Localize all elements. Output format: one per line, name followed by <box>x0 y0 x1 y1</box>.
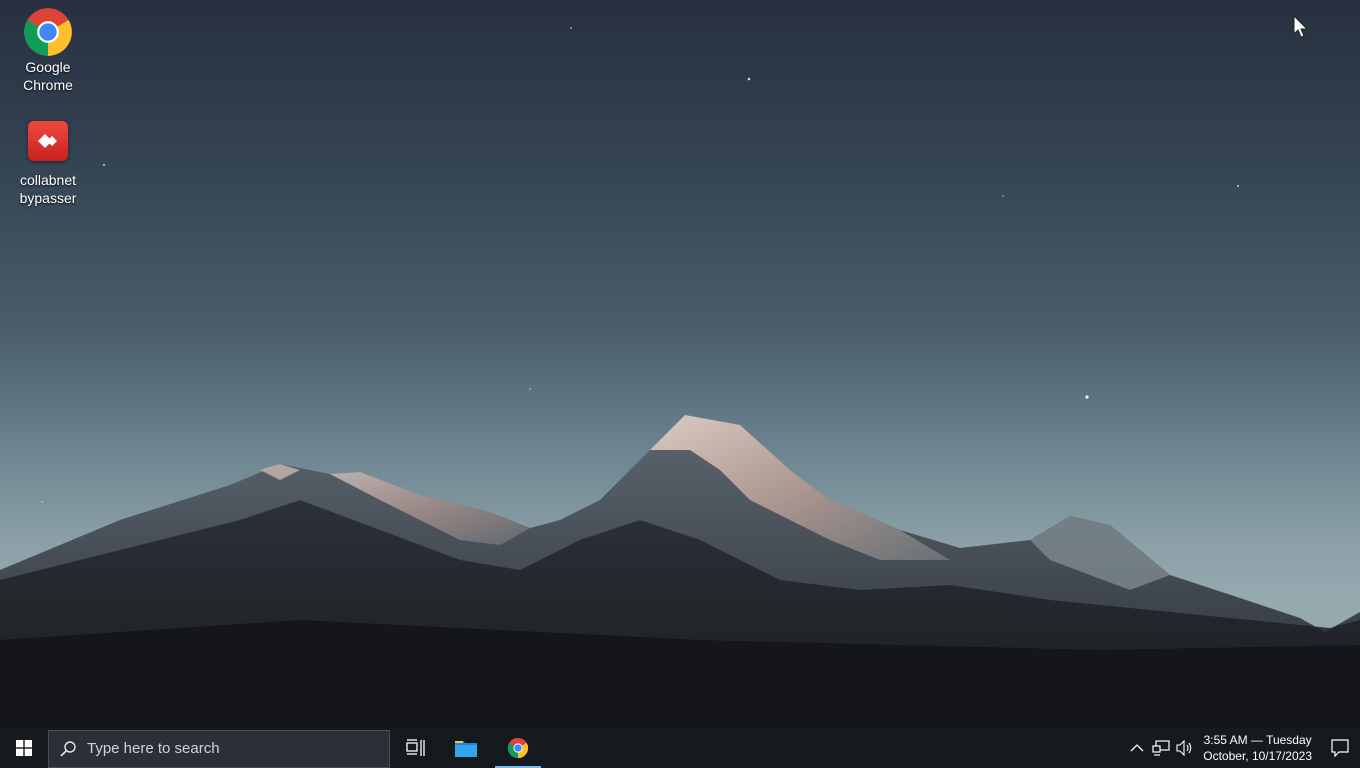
taskbar-clock[interactable]: 3:55 AM — Tuesday October, 10/17/2023 <box>1197 732 1320 764</box>
system-tray: 3:55 AM — Tuesday October, 10/17/2023 <box>1125 728 1360 768</box>
wallpaper-mountains <box>0 27 1360 728</box>
search-input[interactable] <box>87 740 377 757</box>
chrome-icon <box>24 8 72 56</box>
anydesk-icon <box>28 121 68 161</box>
chrome-icon <box>507 737 529 759</box>
clock-time: 3:55 AM — Tuesday <box>1203 733 1312 747</box>
chrome-taskbar-button[interactable] <box>493 728 543 768</box>
desktop-icon-label: Google Chrome <box>23 59 73 93</box>
file-explorer-button[interactable] <box>441 728 491 768</box>
desktop-icon-label: collabnet bypasser <box>19 172 77 206</box>
volume-icon[interactable] <box>1173 728 1197 768</box>
start-button[interactable] <box>0 728 48 768</box>
action-center-icon <box>1331 739 1349 757</box>
desktop-icon-google-chrome[interactable]: Google Chrome <box>7 6 89 94</box>
taskbar: 3:55 AM — Tuesday October, 10/17/2023 <box>0 728 1360 768</box>
network-icon[interactable] <box>1149 728 1173 768</box>
windows-logo-icon <box>16 740 32 756</box>
folder-icon <box>455 741 477 757</box>
search-icon <box>49 740 87 758</box>
task-view-button[interactable] <box>391 728 441 768</box>
task-view-icon <box>406 739 425 756</box>
taskbar-search-box[interactable] <box>48 729 390 768</box>
mouse-cursor-icon <box>1293 15 1309 38</box>
clock-date: October, 10/17/2023 <box>1203 749 1312 763</box>
chevron-up-icon[interactable] <box>1125 728 1149 768</box>
action-center-button[interactable] <box>1320 728 1360 768</box>
desktop-icon-collabnet-bypasser[interactable]: collabnet bypasser <box>7 119 89 207</box>
desktop[interactable]: Google Chrome collabnet bypasser <box>0 0 1360 728</box>
